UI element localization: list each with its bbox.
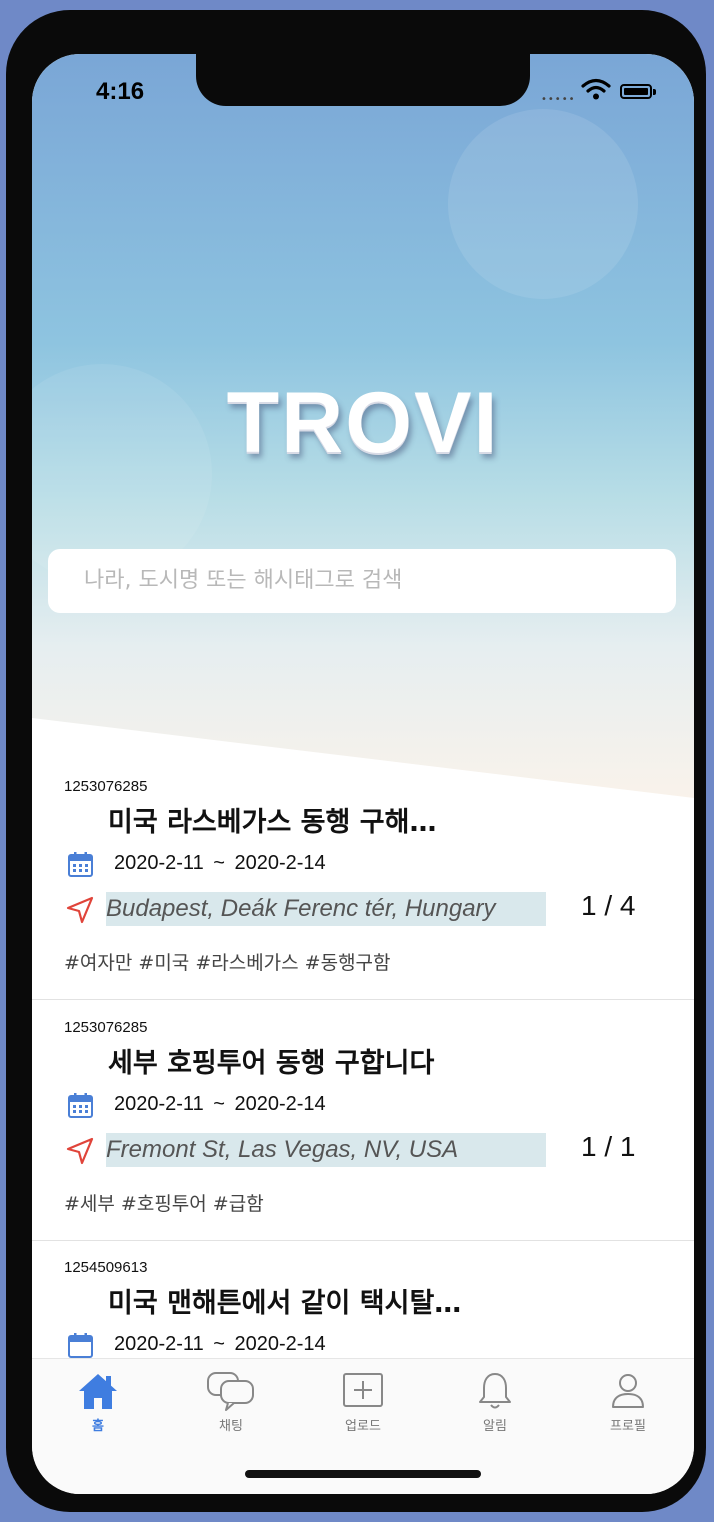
upload-icon <box>343 1373 383 1407</box>
tab-upload[interactable]: 업로드 <box>318 1371 408 1434</box>
tab-label: 알림 <box>483 1419 507 1434</box>
chat-icon <box>207 1372 254 1411</box>
calendar-icon <box>68 1333 93 1358</box>
device-notch <box>196 54 530 106</box>
post-id: 1254509613 <box>64 1259 148 1276</box>
app-screen: 4:16 ••••• TROVI 나라, 도시명 또는 해시태그로 검색 125… <box>32 54 694 1494</box>
post-title[interactable]: 세부 호핑투어 동행 구합니다 <box>108 1041 434 1080</box>
post-hashtags[interactable]: #여자만 #미국 #라스베가스 #동행구함 <box>64 948 391 975</box>
search-input[interactable]: 나라, 도시명 또는 해시태그로 검색 <box>48 549 676 613</box>
tab-label: 홈 <box>92 1419 104 1434</box>
wifi-icon <box>581 78 611 100</box>
decorative-circle <box>448 109 638 299</box>
battery-icon <box>620 84 652 99</box>
home-indicator[interactable] <box>245 1470 481 1478</box>
profile-icon <box>612 1374 644 1408</box>
post-hashtags[interactable]: #세부 #호핑투어 #급함 <box>64 1189 264 1216</box>
post-title[interactable]: 미국 라스베가스 동행 구해… <box>108 800 436 839</box>
bell-icon <box>479 1373 511 1409</box>
tab-home[interactable]: 홈 <box>53 1371 143 1434</box>
app-logo: TROVI <box>226 375 500 471</box>
post-location: Fremont St, Las Vegas, NV, USA <box>106 1133 546 1167</box>
tab-profile[interactable]: 프로필 <box>583 1371 673 1434</box>
post-member-count: 1 / 1 <box>581 1131 636 1162</box>
tab-chat[interactable]: 채팅 <box>186 1371 276 1434</box>
location-arrow-icon <box>66 1137 94 1165</box>
home-icon <box>79 1374 117 1409</box>
post-dates: 2020-2-11 ~ 2020-2-14 <box>114 1333 326 1355</box>
battery-tip <box>653 89 656 95</box>
calendar-icon <box>68 1093 93 1118</box>
post-location: Budapest, Deák Ferenc tér, Hungary <box>106 892 546 926</box>
divider <box>32 999 694 1000</box>
post-dates: 2020-2-11 ~ 2020-2-14 <box>114 1093 326 1115</box>
post-member-count: 1 / 4 <box>581 890 636 921</box>
post-id: 1253076285 <box>64 778 148 795</box>
phone-frame: 4:16 ••••• TROVI 나라, 도시명 또는 해시태그로 검색 125… <box>6 10 706 1512</box>
divider <box>32 1240 694 1241</box>
tab-label: 채팅 <box>219 1419 243 1434</box>
status-time: 4:16 <box>96 78 145 105</box>
post-id: 1253076285 <box>64 1019 148 1036</box>
tab-notifications[interactable]: 알림 <box>450 1371 540 1434</box>
cellular-signal-icon: ••••• <box>541 94 576 105</box>
location-arrow-icon <box>66 896 94 924</box>
tab-label: 프로필 <box>610 1419 646 1434</box>
tab-label: 업로드 <box>345 1419 381 1434</box>
post-dates: 2020-2-11 ~ 2020-2-14 <box>114 852 326 874</box>
post-title[interactable]: 미국 맨해튼에서 같이 택시탈… <box>108 1281 461 1320</box>
calendar-icon <box>68 852 93 877</box>
